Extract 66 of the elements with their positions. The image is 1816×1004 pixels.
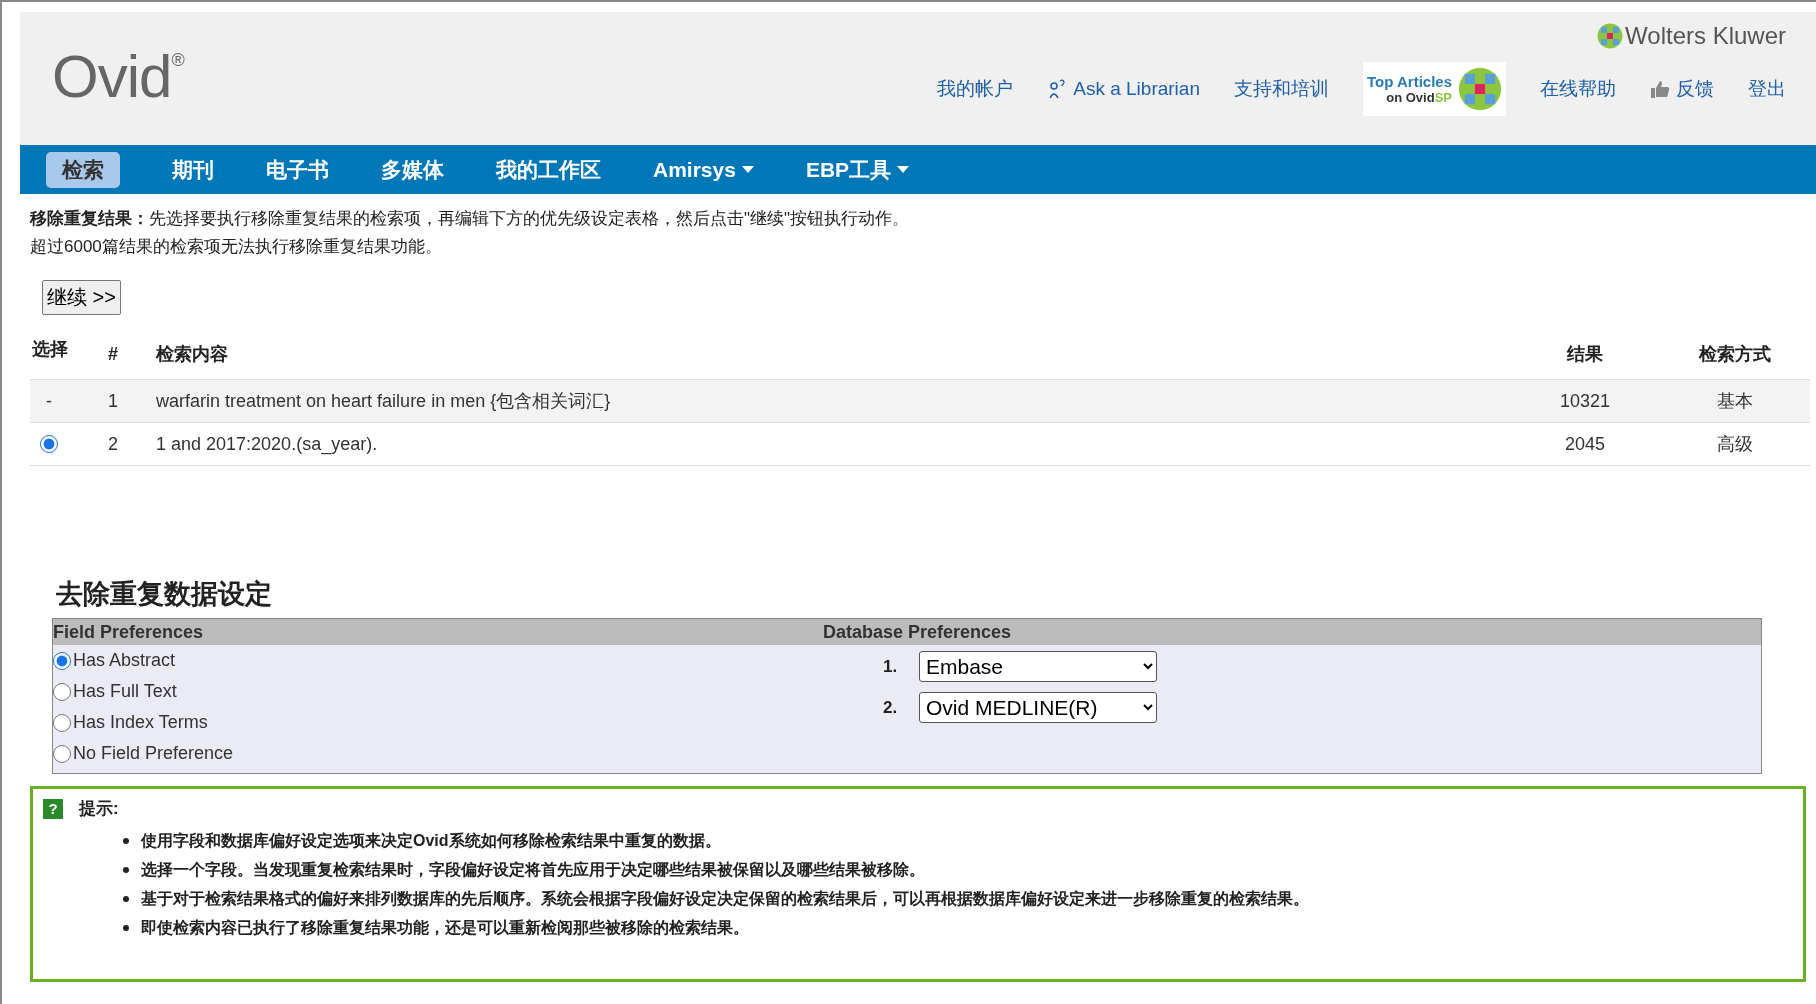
tip-text: 即使检索内容已执行了移除重复结果功能，还是可以重新检阅那些被移除的检索结果。 <box>141 918 749 938</box>
continue-button[interactable]: 继续 >> <box>42 280 121 315</box>
rank-number: 2. <box>883 697 899 718</box>
table-cell-text: 1 and 2017:2020.(sa_year). <box>155 433 379 455</box>
table-cell-text: 1 <box>107 390 119 412</box>
table-cell-text: 高级 <box>1716 433 1754 456</box>
field-radio[interactable] <box>53 651 71 670</box>
field-option[interactable]: Has Full Text <box>53 676 823 707</box>
nav-tab[interactable]: 期刊 <box>172 151 214 188</box>
intro-text: 移除重复结果：先选择要执行移除重复结果的检索项，再编辑下方的优先级设定表格，然后点击"继续"按钮执行动作。 <box>30 208 911 230</box>
table-cell-text: 10321 <box>1558 390 1612 412</box>
table-cell-text: warfarin treatment on heart failure in men {包含相关词汇} <box>155 390 612 413</box>
nav-tab[interactable]: Amirsys <box>653 153 754 186</box>
caret-icon <box>741 165 754 174</box>
company-logo: Wolters Kluwer <box>1597 12 1786 50</box>
bullet-icon <box>123 837 129 844</box>
section-title: 去除重复数据设定 <box>56 578 273 611</box>
field-radio[interactable] <box>53 744 71 763</box>
database-select[interactable]: Ovid MEDLINE(R) <box>919 692 1157 723</box>
nav-tab[interactable]: 检索 <box>46 151 120 188</box>
table-cell-text: - <box>45 390 53 412</box>
top-articles-banner[interactable]: Top Articles on OvidSP <box>1363 62 1506 116</box>
tips-title: 提示: <box>79 798 119 820</box>
table-cell-text: 2 <box>107 433 119 455</box>
row-radio[interactable] <box>40 435 58 453</box>
help-icon: ? <box>43 798 63 819</box>
tip-text: 使用字段和数据库偏好设定选项来决定Ovid系统如何移除检索结果中重复的数据。 <box>141 831 721 851</box>
nav-tab[interactable]: 电子书 <box>266 151 329 188</box>
header-link[interactable]: 登出 <box>1748 76 1786 102</box>
field-option[interactable]: Has Index Terms <box>53 707 823 738</box>
table-cell-text: 基本 <box>1716 390 1754 413</box>
globe-logo-icon <box>1458 67 1502 111</box>
header-link[interactable]: 我的帐户 <box>937 76 1014 102</box>
bullet-icon <box>123 895 129 902</box>
thumbs-up-icon <box>1650 80 1670 98</box>
field-radio[interactable] <box>53 682 71 701</box>
column-header: Database Preferences <box>823 621 1013 643</box>
column-header: 选择 <box>31 338 69 361</box>
header-link[interactable]: 在线帮助 <box>1540 76 1616 102</box>
bullet-icon <box>123 924 129 931</box>
rank-number: 1. <box>883 656 899 677</box>
ovid-logo: Ovid® <box>52 42 184 112</box>
field-option[interactable]: No Field Preference <box>53 738 823 769</box>
nav-tab[interactable]: EBP工具 <box>805 151 910 188</box>
header-link[interactable]: 反馈 <box>1650 76 1714 102</box>
banner-subtitle: on OvidSP <box>1386 90 1452 105</box>
table-cell-text: 2045 <box>1563 433 1606 455</box>
nav-tab[interactable]: 多媒体 <box>381 151 444 188</box>
header-link[interactable]: 支持和培训 <box>1234 76 1329 102</box>
column-header: 检索方式 <box>1697 343 1772 366</box>
nav-tab[interactable]: 我的工作区 <box>496 151 601 188</box>
column-header: Field Preferences <box>53 621 205 643</box>
field-option[interactable]: Has Abstract <box>53 645 823 676</box>
column-header: 结果 <box>1565 343 1604 366</box>
database-select[interactable]: Embase <box>919 651 1157 682</box>
bullet-icon <box>123 866 129 873</box>
column-header: 检索内容 <box>154 343 229 366</box>
globe-logo-icon <box>1597 23 1624 49</box>
tip-text: 基于对于检索结果格式的偏好来排列数据库的先后顺序。系统会根据字段偏好设定决定保留的检索结果后，可以再根据数据库偏好设定来进一步移除重复的检索结果。 <box>141 889 1309 909</box>
tip-text: 选择一个字段。当发现重复检索结果时，字段偏好设定将首先应用于决定哪些结果被保留以及哪些结果被移除。 <box>141 860 925 880</box>
header-link[interactable]: Ask a Librarian <box>1047 78 1200 100</box>
field-radio[interactable] <box>53 713 71 732</box>
column-header: # <box>107 343 119 365</box>
banner-title: Top Articles <box>1367 73 1452 90</box>
intro-text: 超过6000篇结果的检索项无法执行移除重复结果功能。 <box>30 236 443 258</box>
caret-icon <box>897 165 910 174</box>
